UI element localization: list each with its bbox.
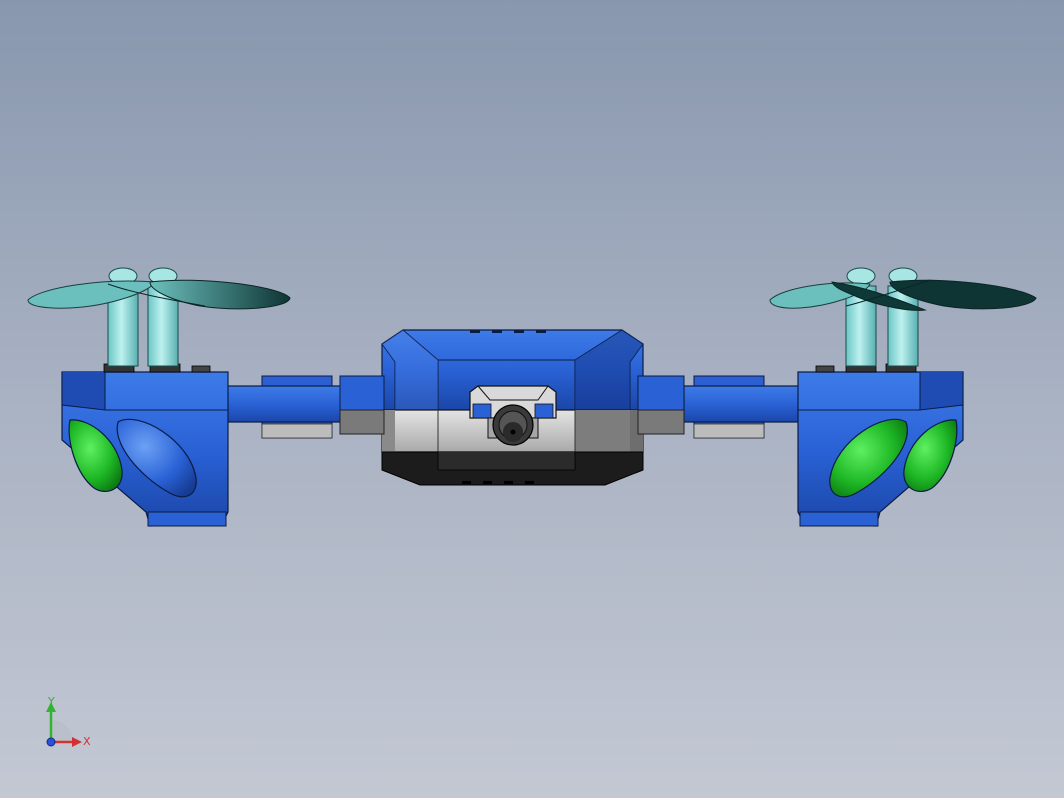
left-arm — [221, 375, 385, 439]
right-arm — [637, 375, 805, 439]
coordinate-triad: Y X — [36, 694, 106, 758]
triad-graphic — [46, 702, 82, 747]
x-axis-arrowhead — [72, 737, 82, 747]
cad-viewport[interactable]: Y X — [0, 0, 1064, 798]
x-axis-label: X — [83, 735, 91, 748]
left-motor-pod — [61, 363, 229, 527]
z-axis-dot — [46, 737, 56, 747]
right-motor-pod — [797, 363, 964, 527]
drone-model[interactable] — [0, 0, 1064, 798]
y-axis-label: Y — [48, 695, 55, 708]
